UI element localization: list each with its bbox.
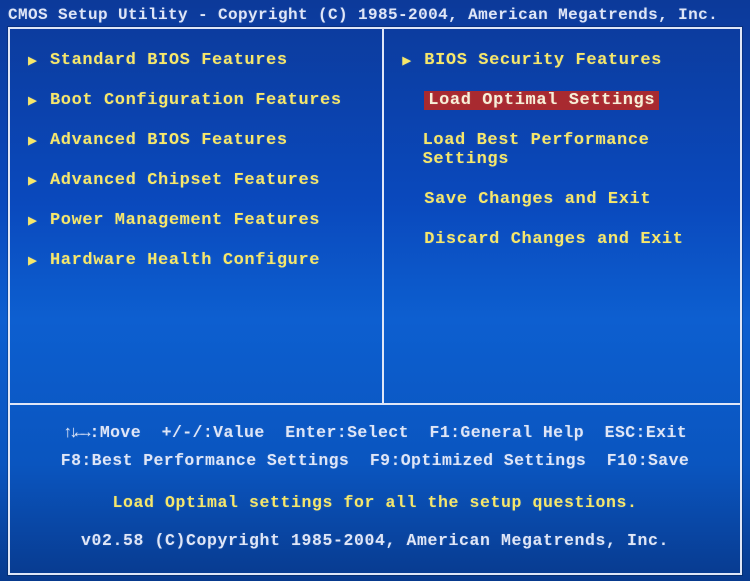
menu-label: Advanced BIOS Features [50, 131, 288, 150]
left-column: ▶ Standard BIOS Features ▶ Boot Configur… [10, 29, 382, 403]
help-f10: F10:Save [607, 451, 689, 470]
menu-label: Load Optimal Settings [424, 91, 659, 110]
menu-label: Power Management Features [50, 211, 320, 230]
menu-save-exit[interactable]: ▶ Save Changes and Exit [402, 190, 722, 209]
menu-advanced-chipset[interactable]: ▶ Advanced Chipset Features [28, 171, 364, 190]
help-bar: ↑↓←→:Move +/-/:Value Enter:Select F1:Gen… [10, 403, 740, 573]
menu-advanced-bios[interactable]: ▶ Advanced BIOS Features [28, 131, 364, 150]
menu-power-management[interactable]: ▶ Power Management Features [28, 211, 364, 230]
menu-panes: ▶ Standard BIOS Features ▶ Boot Configur… [10, 29, 740, 403]
triangle-right-icon: ▶ [28, 251, 50, 270]
triangle-right-icon: ▶ [28, 91, 50, 110]
menu-label: Discard Changes and Exit [424, 230, 683, 249]
menu-load-best-performance[interactable]: ▶ Load Best Performance Settings [402, 131, 722, 169]
title-bar: CMOS Setup Utility - Copyright (C) 1985-… [0, 0, 750, 27]
menu-label: Hardware Health Configure [50, 251, 320, 270]
frame: ▶ Standard BIOS Features ▶ Boot Configur… [8, 27, 742, 575]
title-text: CMOS Setup Utility - Copyright (C) 1985-… [8, 6, 718, 24]
menu-label: Load Best Performance Settings [423, 131, 722, 169]
status-line: Load Optimal settings for all the setup … [10, 475, 740, 517]
triangle-right-icon: ▶ [402, 51, 424, 70]
help-line-2: F8:Best Performance Settings F9:Optimize… [10, 447, 740, 475]
menu-standard-bios[interactable]: ▶ Standard BIOS Features [28, 51, 364, 70]
menu-label: Standard BIOS Features [50, 51, 288, 70]
triangle-right-icon: ▶ [28, 131, 50, 150]
menu-bios-security[interactable]: ▶ BIOS Security Features [402, 51, 722, 70]
copyright-line: v02.58 (C)Copyright 1985-2004, American … [10, 517, 740, 563]
menu-boot-config[interactable]: ▶ Boot Configuration Features [28, 91, 364, 110]
right-column: ▶ BIOS Security Features ▶ Load Optimal … [382, 29, 740, 403]
help-line-1: ↑↓←→:Move +/-/:Value Enter:Select F1:Gen… [10, 419, 740, 447]
help-f9: F9:Optimized Settings [370, 451, 586, 470]
menu-hardware-health[interactable]: ▶ Hardware Health Configure [28, 251, 364, 270]
menu-load-optimal[interactable]: ▶ Load Optimal Settings [402, 91, 722, 110]
help-move: :Move [90, 423, 142, 442]
menu-label: Save Changes and Exit [424, 190, 651, 209]
help-exit: ESC:Exit [605, 423, 687, 442]
triangle-right-icon: ▶ [28, 171, 50, 190]
menu-label: BIOS Security Features [424, 51, 662, 70]
bios-screen: CMOS Setup Utility - Copyright (C) 1985-… [0, 0, 750, 581]
arrow-keys-icon: ↑↓←→ [63, 419, 87, 447]
triangle-right-icon: ▶ [28, 51, 50, 70]
menu-label: Boot Configuration Features [50, 91, 342, 110]
menu-label: Advanced Chipset Features [50, 171, 320, 190]
help-value: +/-/:Value [162, 423, 265, 442]
help-f8: F8:Best Performance Settings [61, 451, 349, 470]
help-general: F1:General Help [430, 423, 585, 442]
menu-discard-exit[interactable]: ▶ Discard Changes and Exit [402, 230, 722, 249]
triangle-right-icon: ▶ [28, 211, 50, 230]
help-select: Enter:Select [285, 423, 409, 442]
